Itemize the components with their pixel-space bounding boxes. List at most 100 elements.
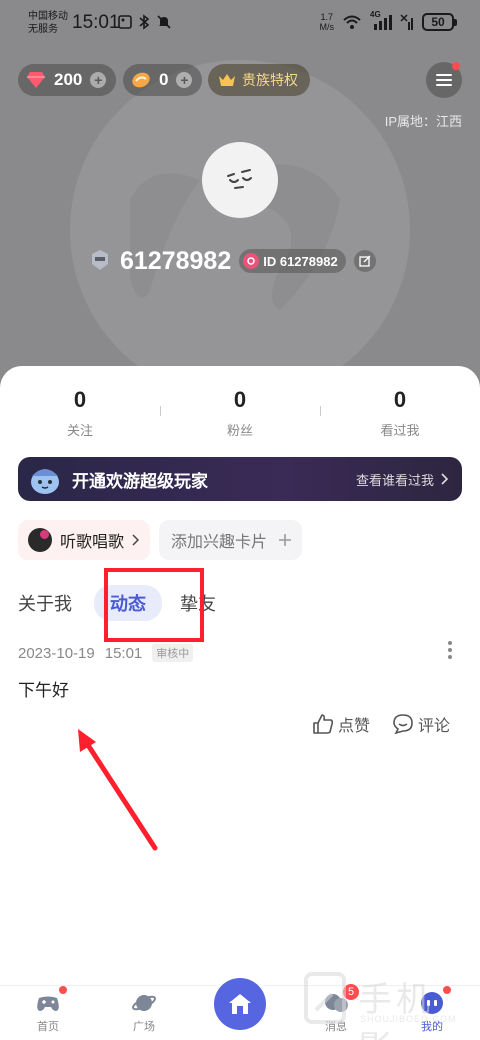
status-bar: 中国移动 无服务 15:01 1.7 M/s 4G 50 — [0, 0, 480, 44]
review-status-tag: 审核中 — [152, 644, 194, 662]
level-badge-icon — [92, 250, 108, 270]
stat-following[interactable]: 0 关注 — [0, 386, 160, 439]
stat-following-label: 关注 — [66, 423, 93, 438]
profile-content-card: 0 关注 0 粉丝 0 看过我 开通欢游超级玩家 查看谁看过我 听歌唱歌 添加兴… — [0, 366, 480, 986]
watermark-subtext: SHOUJIBOEO.COM — [360, 1014, 457, 1024]
diamond-count: 200 — [54, 70, 83, 89]
stat-divider — [320, 406, 321, 416]
nav-home[interactable]: 首页 — [18, 986, 78, 1034]
post-time: 15:01 — [104, 644, 143, 662]
carrier-info: 中国移动 无服务 — [28, 10, 68, 36]
no-signal-icon — [400, 14, 413, 30]
comment-label: 评论 — [417, 718, 450, 735]
mute-bell-icon — [157, 15, 171, 29]
avatar-face-icon — [227, 169, 252, 189]
super-player-banner[interactable]: 开通欢游超级玩家 查看谁看过我 — [18, 457, 462, 501]
ip-location: IP属地：江西 — [384, 114, 462, 129]
more-dot — [448, 641, 452, 645]
stat-fans[interactable]: 0 粉丝 — [160, 386, 320, 439]
add-diamonds-icon[interactable]: + — [90, 72, 107, 88]
thumbs-up-icon — [313, 714, 334, 734]
post-meta: 2023-10-19 15:01 审核中 — [18, 644, 194, 662]
stat-visitors-value: 0 — [393, 387, 407, 412]
more-dot — [448, 648, 452, 652]
wifi-icon — [343, 15, 361, 29]
user-identity: 61278982 ID 61278982 — [88, 244, 376, 278]
comment-button[interactable]: 评论 — [392, 712, 450, 736]
stat-fans-value: 0 — [233, 387, 247, 412]
id-icon — [243, 253, 260, 269]
edit-icon — [359, 255, 371, 267]
watermark-text: 手机影 — [358, 980, 434, 1040]
battery-indicator: 50 — [422, 13, 457, 31]
diamond-balance-chip[interactable]: 200 + — [18, 64, 117, 96]
vip-privilege-chip[interactable]: 贵族特权 — [208, 64, 310, 96]
watermark: 手机影 SHOUJIBOEO.COM — [298, 968, 470, 1040]
banner-title: 开通欢游超级玩家 — [72, 471, 208, 491]
edit-profile-button[interactable] — [353, 250, 376, 272]
nav-home-dot — [59, 986, 67, 994]
annotation-highlight-box — [104, 568, 204, 642]
menu-icon — [436, 74, 452, 86]
plus-icon — [279, 534, 291, 546]
stat-visitors[interactable]: 0 看过我 — [320, 386, 480, 439]
tab-about-me[interactable]: 关于我 — [18, 590, 72, 616]
vip-privilege-label: 贵族特权 — [242, 72, 298, 88]
home-icon — [229, 994, 251, 1014]
stat-visitors-label: 看过我 — [380, 423, 420, 438]
bean-icon — [132, 72, 150, 88]
bluetooth-icon — [139, 14, 150, 30]
user-id-badge[interactable]: ID 61278982 — [239, 249, 346, 273]
planet-icon — [131, 990, 157, 1016]
notification-dot — [452, 62, 460, 70]
like-button[interactable]: 点赞 — [312, 712, 370, 736]
signal-label: 4G — [370, 10, 381, 19]
diamond-icon — [27, 72, 45, 88]
nav-square-label: 广场 — [133, 1021, 155, 1033]
carrier-name: 中国移动 — [28, 11, 68, 22]
menu-button[interactable] — [426, 62, 462, 98]
stats-row: 0 关注 0 粉丝 0 看过我 — [0, 386, 480, 439]
post-more-button[interactable] — [448, 641, 452, 659]
nav-home-label: 首页 — [37, 1021, 59, 1033]
post-date: 2023-10-19 — [18, 644, 95, 662]
music-disc-icon — [28, 528, 52, 552]
username: 61278982 — [120, 246, 232, 275]
comment-icon — [393, 714, 413, 735]
gamepad-icon — [35, 986, 67, 1016]
status-icons-right: 1.7 M/s 4G 50 — [320, 10, 457, 32]
stat-fans-label: 粉丝 — [226, 423, 253, 438]
add-beans-icon[interactable]: + — [176, 72, 193, 88]
signal-icon: 4G — [370, 10, 392, 30]
status-icons-left — [118, 14, 172, 30]
crown-icon — [219, 74, 235, 86]
post-text: 下午好 — [18, 681, 69, 700]
image-icon — [118, 15, 132, 29]
stat-divider — [160, 406, 161, 416]
user-id-text: ID 61278982 — [263, 253, 338, 269]
watermark-logo-icon — [304, 972, 346, 1024]
profile-header: 中国移动 无服务 15:01 1.7 M/s 4G 50 200 + 0 + 贵… — [0, 0, 480, 400]
net-speed-unit: M/s — [319, 22, 335, 32]
interest-card-music[interactable]: 听歌唱歌 — [18, 520, 150, 560]
post-actions: 点赞 评论 — [312, 712, 450, 736]
stat-following-value: 0 — [73, 387, 87, 412]
who-viewed-me-link[interactable]: 查看谁看过我 — [356, 470, 448, 489]
add-interest-card-button[interactable]: 添加兴趣卡片 — [159, 520, 302, 560]
bean-count: 0 — [159, 70, 169, 89]
chevron-right-icon — [441, 473, 448, 485]
nav-square[interactable]: 广场 — [114, 990, 174, 1034]
mascot-icon — [31, 469, 59, 494]
like-label: 点赞 — [337, 718, 370, 735]
status-time: 15:01 — [72, 12, 120, 33]
home-center-button[interactable] — [214, 978, 266, 1030]
interest-music-label: 听歌唱歌 — [60, 534, 125, 551]
bean-balance-chip[interactable]: 0 + — [123, 64, 203, 96]
avatar[interactable] — [202, 142, 278, 218]
carrier-status: 无服务 — [28, 24, 58, 35]
add-interest-label: 添加兴趣卡片 — [171, 534, 268, 551]
banner-action-label: 查看谁看过我 — [355, 472, 434, 488]
more-dot — [448, 655, 452, 659]
net-speed-value: 1.7 — [320, 12, 333, 22]
network-speed: 1.7 M/s — [320, 12, 335, 32]
